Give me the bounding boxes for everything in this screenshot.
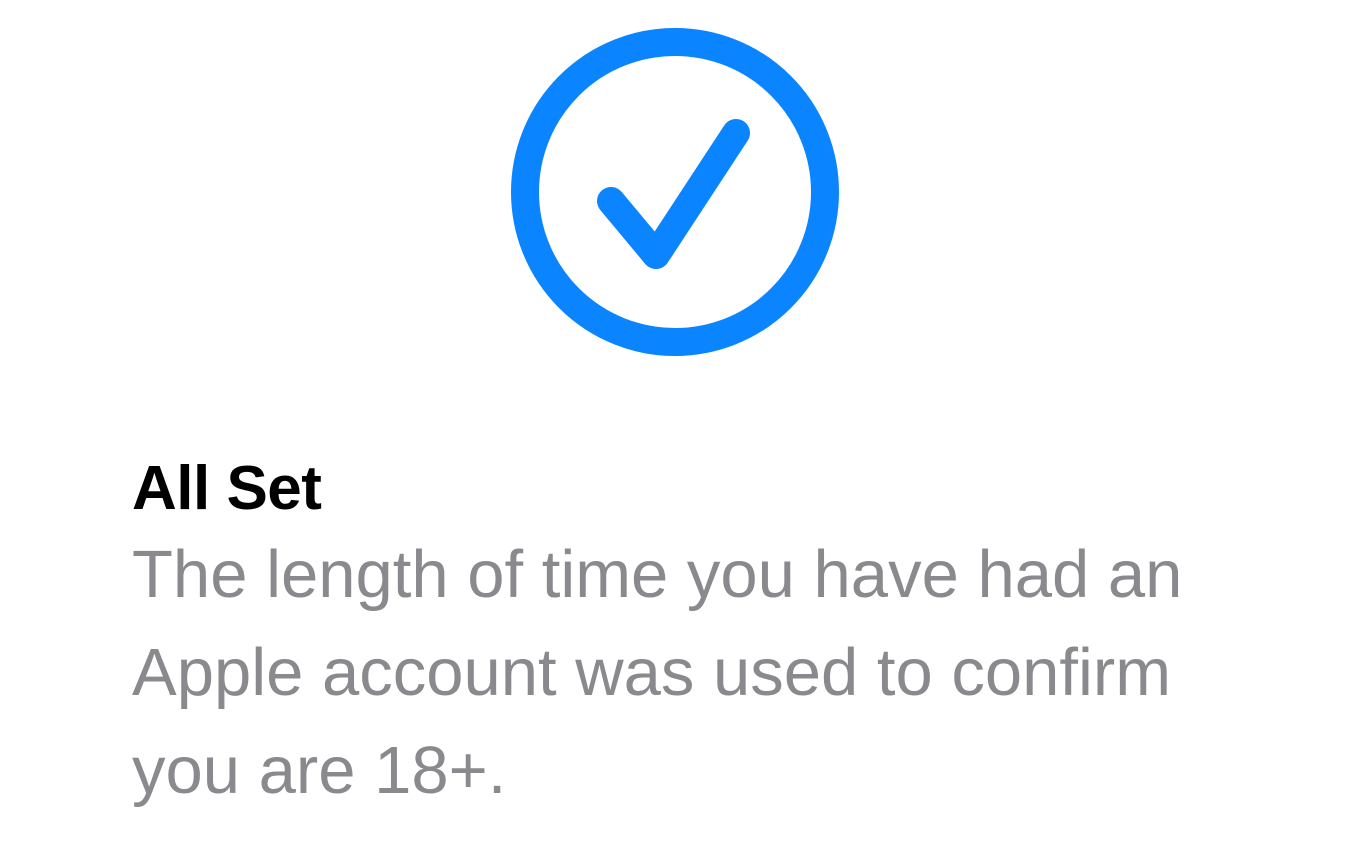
age-verification-screen: All Set The length of time you have had … [0, 0, 1346, 844]
checkmark-circle-icon [511, 28, 839, 356]
circle-outline [511, 28, 839, 356]
checkmark [597, 119, 750, 269]
checkmark-circle-graphic [511, 28, 839, 356]
message-block: All Set The length of time you have had … [132, 452, 1252, 820]
page-title: All Set [132, 454, 322, 523]
confirmation-message: The length of time you have had an Apple… [132, 537, 1183, 808]
